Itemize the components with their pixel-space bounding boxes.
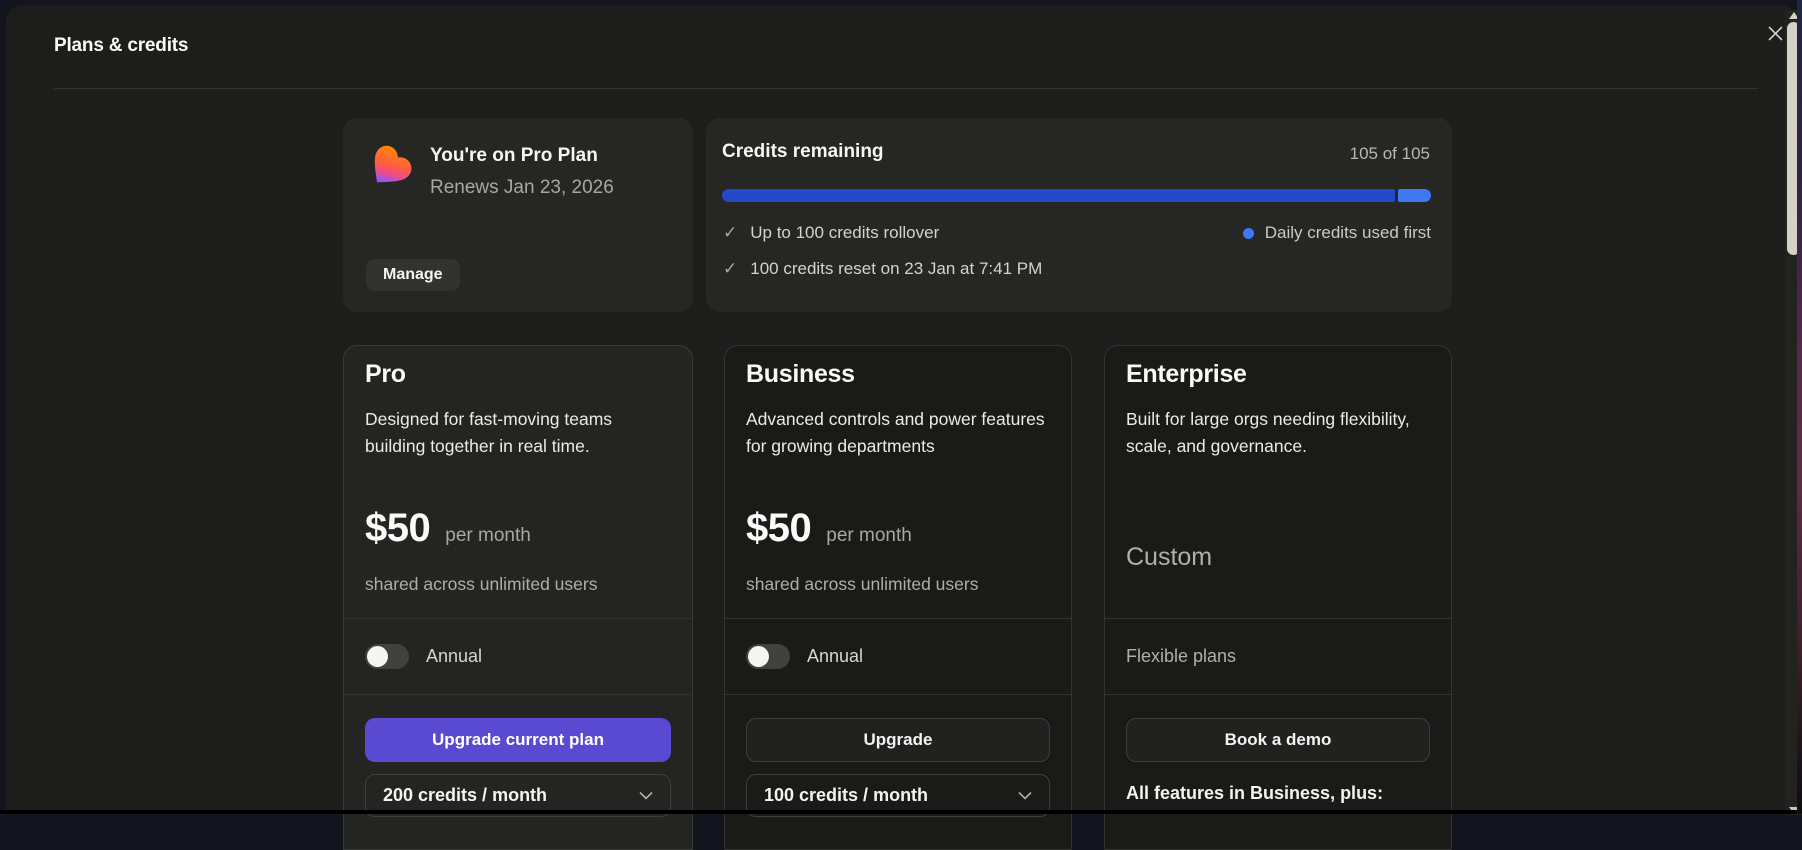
- plan-description: Built for large orgs needing flexibility…: [1126, 406, 1430, 460]
- upgrade-current-plan-button[interactable]: Upgrade current plan: [365, 718, 671, 762]
- plan-price-note: shared across unlimited users: [746, 574, 978, 595]
- annual-toggle[interactable]: [365, 644, 409, 669]
- billing-toggle-band: Annual: [725, 618, 1071, 695]
- plan-price-row: $50 per month: [365, 506, 531, 551]
- credits-feature-label: 100 credits reset on 23 Jan at 7:41 PM: [750, 259, 1042, 279]
- enterprise-features-heading: All features in Business, plus:: [1126, 783, 1383, 804]
- plan-price-suffix: per month: [445, 525, 531, 547]
- page-title: Plans & credits: [54, 35, 188, 57]
- close-icon: [1767, 25, 1784, 47]
- current-plan-renewal: Renews Jan 23, 2026: [430, 177, 614, 199]
- plan-name: Enterprise: [1126, 360, 1247, 389]
- credits-progress-bar: [722, 189, 1431, 202]
- credits-amount-value: 100 credits / month: [764, 785, 928, 806]
- credits-card: Credits remaining 105 of 105 ✓ Up to 100…: [706, 118, 1452, 312]
- annual-toggle-label: Annual: [426, 646, 482, 667]
- page-background-edge: [1797, 0, 1802, 814]
- progress-main-segment: [722, 189, 1395, 202]
- flexible-plans-label: Flexible plans: [1126, 646, 1236, 667]
- credits-feature-label: Up to 100 credits rollover: [750, 223, 939, 243]
- plans-credits-modal: Plans & credits: [6, 5, 1797, 814]
- daily-credits-legend-label: Daily credits used first: [1265, 223, 1431, 243]
- upgrade-button[interactable]: Upgrade: [746, 718, 1050, 762]
- toggle-knob: [367, 646, 388, 667]
- credits-feature-row: ✓ 100 credits reset on 23 Jan at 7:41 PM: [723, 259, 1042, 279]
- book-a-demo-button[interactable]: Book a demo: [1126, 718, 1430, 762]
- blue-dot-icon: [1243, 228, 1254, 239]
- bottom-cutoff-strip: [0, 810, 1797, 814]
- chevron-down-icon: [1018, 787, 1032, 805]
- plan-name: Business: [746, 360, 855, 389]
- lovable-heart-logo: [365, 144, 413, 192]
- plan-price-row: $50 per month: [746, 506, 912, 551]
- plan-description: Advanced controls and power features for…: [746, 406, 1050, 460]
- chevron-down-icon: [639, 787, 653, 805]
- credits-title: Credits remaining: [722, 141, 884, 163]
- current-plan-title: You're on Pro Plan: [430, 145, 598, 167]
- daily-credits-legend: Daily credits used first: [1243, 223, 1431, 243]
- check-icon: ✓: [723, 223, 737, 243]
- plan-price-custom: Custom: [1126, 543, 1212, 572]
- header-divider: [54, 88, 1758, 89]
- plan-price: $50: [365, 506, 430, 551]
- plan-card-business: Business Advanced controls and power fea…: [724, 345, 1072, 850]
- plan-name: Pro: [365, 360, 406, 389]
- plan-description: Designed for fast-moving teams building …: [365, 406, 671, 460]
- plan-price-note: shared across unlimited users: [365, 574, 597, 595]
- manage-button[interactable]: Manage: [366, 259, 460, 291]
- progress-daily-segment: [1398, 189, 1431, 202]
- current-plan-card: You're on Pro Plan Renews Jan 23, 2026 M…: [343, 118, 693, 312]
- plan-price: $50: [746, 506, 811, 551]
- plan-price-suffix: per month: [826, 525, 912, 547]
- plan-card-enterprise: Enterprise Built for large orgs needing …: [1104, 345, 1452, 850]
- toggle-knob: [748, 646, 769, 667]
- check-icon: ✓: [723, 259, 737, 279]
- credits-amount-value: 200 credits / month: [383, 785, 547, 806]
- billing-toggle-band: Annual: [344, 618, 692, 695]
- annual-toggle[interactable]: [746, 644, 790, 669]
- credits-feature-row: ✓ Up to 100 credits rollover: [723, 223, 939, 243]
- flexible-plans-band: Flexible plans: [1105, 618, 1451, 695]
- plan-card-pro: Pro Designed for fast-moving teams build…: [343, 345, 693, 850]
- credits-usage-count: 105 of 105: [1350, 144, 1430, 164]
- annual-toggle-label: Annual: [807, 646, 863, 667]
